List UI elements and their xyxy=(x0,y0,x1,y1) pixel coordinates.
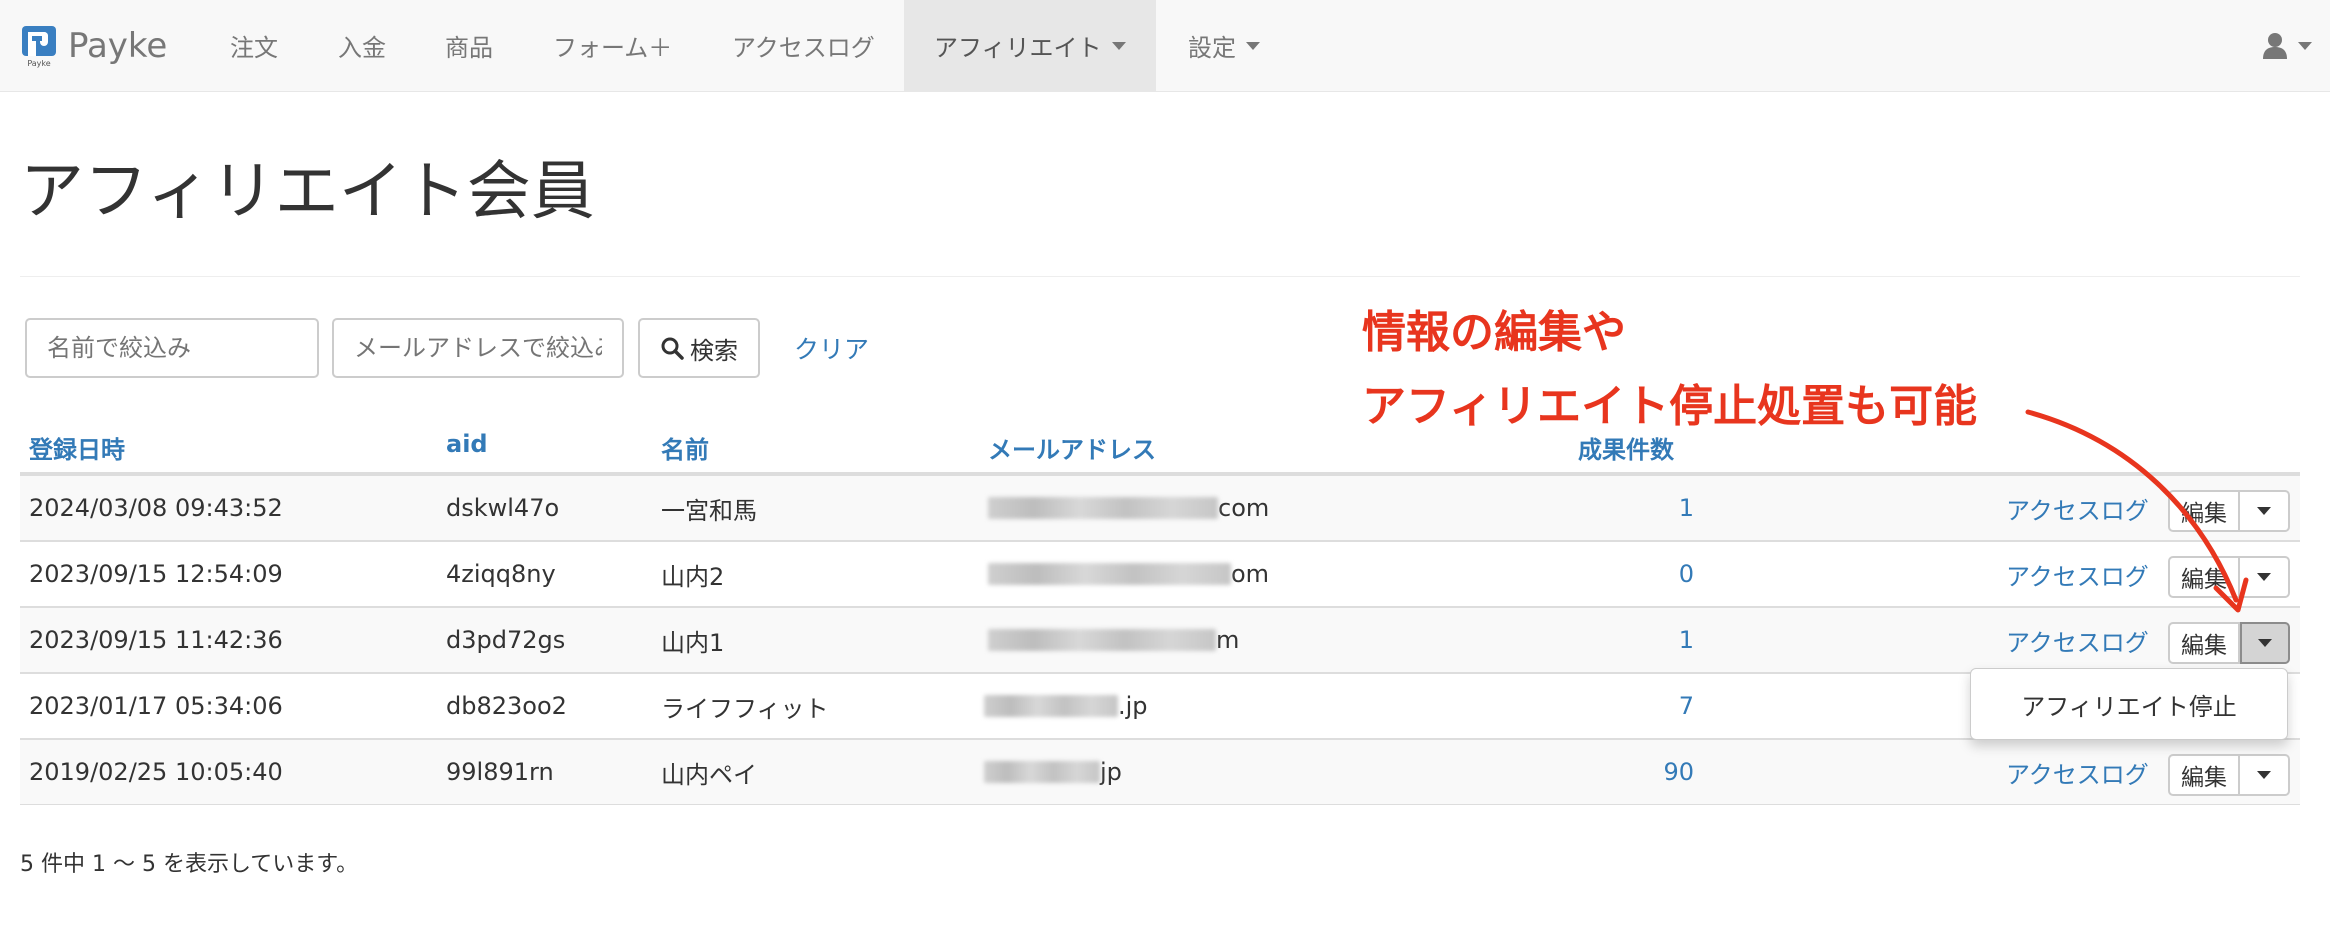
header-name[interactable]: 名前 xyxy=(661,430,709,465)
payke-logo-icon: Payke xyxy=(20,24,58,68)
nav-item-products[interactable]: 商品 xyxy=(415,0,523,91)
email-suffix: om xyxy=(1231,560,1270,588)
cell-email: .jp xyxy=(984,674,1148,738)
edit-button-group: 編集 xyxy=(2168,754,2290,796)
chevron-down-icon xyxy=(1246,41,1260,50)
cell-results-link[interactable]: 1 xyxy=(1570,476,1694,540)
page-title: アフィリエイト会員 xyxy=(20,155,595,229)
cell-results-link[interactable]: 0 xyxy=(1570,542,1694,606)
cell-aid: dskwl47o xyxy=(446,494,560,522)
email-suffix: com xyxy=(1218,494,1270,522)
brand-name: Payke xyxy=(68,26,168,66)
user-icon xyxy=(2263,33,2287,59)
cell-aid: d3pd72gs xyxy=(446,626,566,654)
cell-registered-at: 2023/09/15 12:54:09 xyxy=(29,560,283,588)
cell-name: 一宮和馬 xyxy=(661,496,757,525)
nav-label: フォーム＋ xyxy=(553,34,673,62)
chevron-down-icon xyxy=(1111,41,1126,50)
cell-name: 山内2 xyxy=(661,562,725,591)
header-email[interactable]: メールアドレス xyxy=(988,430,1156,465)
name-filter-input[interactable] xyxy=(25,318,319,378)
cell-aid: 99l891rn xyxy=(446,758,554,786)
edit-button[interactable]: 編集 xyxy=(2168,622,2240,664)
access-log-link[interactable]: アクセスログ xyxy=(2006,740,2149,804)
redacted-email xyxy=(988,497,1218,519)
top-navbar: Payke Payke 注文 入金 商品 フォーム＋ アクセスログ アフィリエイ… xyxy=(0,0,2330,92)
search-button-label: 検索 xyxy=(690,336,738,365)
cell-registered-at: 2019/02/25 10:05:40 xyxy=(29,758,283,786)
logo-caption: Payke xyxy=(27,59,50,68)
cell-email: om xyxy=(988,542,1269,606)
redacted-email xyxy=(984,761,1100,783)
pagination-summary: 5 件中 1 〜 5 を表示しています。 xyxy=(20,852,359,877)
nav-label: アフィリエイト xyxy=(934,34,1102,62)
edit-button[interactable]: 編集 xyxy=(2168,754,2240,796)
email-suffix: m xyxy=(1216,626,1240,654)
annotation-line-1: 情報の編集や xyxy=(1362,307,1626,358)
edit-button-group: 編集 xyxy=(2168,622,2290,664)
table-row: 2023/01/17 05:34:06 db823oo2 ライフフィット .jp… xyxy=(20,672,2300,738)
table-row: 2024/03/08 09:43:52 dskwl47o 一宮和馬 com 1 … xyxy=(20,474,2300,540)
email-suffix: jp xyxy=(1100,758,1122,786)
table-row: 2023/09/15 11:42:36 d3pd72gs 山内1 m 1 アクセ… xyxy=(20,606,2300,672)
cell-registered-at: 2024/03/08 09:43:52 xyxy=(29,494,283,522)
brand[interactable]: Payke Payke xyxy=(20,22,167,70)
cell-registered-at: 2023/09/15 11:42:36 xyxy=(29,626,283,654)
nav-label: 設定 xyxy=(1188,34,1236,62)
email-filter-input[interactable] xyxy=(332,318,624,378)
cell-registered-at: 2023/01/17 05:34:06 xyxy=(29,692,283,720)
nav-item-access-log[interactable]: アクセスログ xyxy=(702,0,905,91)
chevron-down-icon xyxy=(2257,771,2271,779)
redacted-email xyxy=(988,563,1231,585)
nav-label: アクセスログ xyxy=(732,34,875,62)
cell-results-link[interactable]: 7 xyxy=(1570,674,1694,738)
nav-item-payments[interactable]: 入金 xyxy=(308,0,416,91)
nav-item-form-plus[interactable]: フォーム＋ xyxy=(523,0,702,91)
chevron-down-icon xyxy=(2298,42,2312,50)
cell-aid: db823oo2 xyxy=(446,692,567,720)
cell-results-link[interactable]: 1 xyxy=(1570,608,1694,672)
cell-email: com xyxy=(988,476,1269,540)
search-button[interactable]: 検索 xyxy=(638,318,760,378)
table-row: 2023/09/15 12:54:09 4ziqq8ny 山内2 om 0 アク… xyxy=(20,540,2300,606)
chevron-down-icon xyxy=(2258,639,2272,647)
user-menu[interactable] xyxy=(2262,26,2312,66)
dropdown-toggle[interactable] xyxy=(2240,754,2290,796)
header-results[interactable]: 成果件数 xyxy=(1578,430,1674,465)
search-icon xyxy=(661,337,684,360)
dropdown-toggle[interactable] xyxy=(2240,622,2290,664)
nav-label: 商品 xyxy=(445,34,493,62)
nav-item-settings[interactable]: 設定 xyxy=(1158,0,1290,91)
cell-name: 山内1 xyxy=(661,628,725,657)
table-row: 2019/02/25 10:05:40 99l891rn 山内ペイ jp 90 … xyxy=(20,738,2300,804)
clear-link[interactable]: クリア xyxy=(794,330,869,366)
table-bottom-divider xyxy=(20,804,2300,805)
cell-name: 山内ペイ xyxy=(661,760,757,789)
cell-name: ライフフィット xyxy=(661,694,829,723)
annotation-arrow-icon xyxy=(2025,409,2249,613)
cell-email: jp xyxy=(984,740,1122,804)
nav-label: 注文 xyxy=(230,34,278,62)
cell-aid: 4ziqq8ny xyxy=(446,560,556,588)
divider xyxy=(20,276,2300,277)
email-suffix: .jp xyxy=(1118,692,1148,720)
cell-results-link[interactable]: 90 xyxy=(1570,740,1694,804)
row-actions-dropdown: アフィリエイト停止 xyxy=(1970,668,2288,740)
nav-item-orders[interactable]: 注文 xyxy=(200,0,308,91)
redacted-email xyxy=(984,695,1118,717)
stop-affiliate-menu-item[interactable]: アフィリエイト停止 xyxy=(2021,687,2237,722)
header-aid[interactable]: aid xyxy=(446,430,488,458)
nav-label: 入金 xyxy=(338,34,386,62)
cell-email: m xyxy=(988,608,1239,672)
redacted-email xyxy=(988,629,1216,651)
nav-item-affiliate[interactable]: アフィリエイト xyxy=(904,0,1156,91)
annotation-line-2: アフィリエイト停止処置も可能 xyxy=(1362,381,1978,432)
header-registered-at[interactable]: 登録日時 xyxy=(29,430,125,465)
